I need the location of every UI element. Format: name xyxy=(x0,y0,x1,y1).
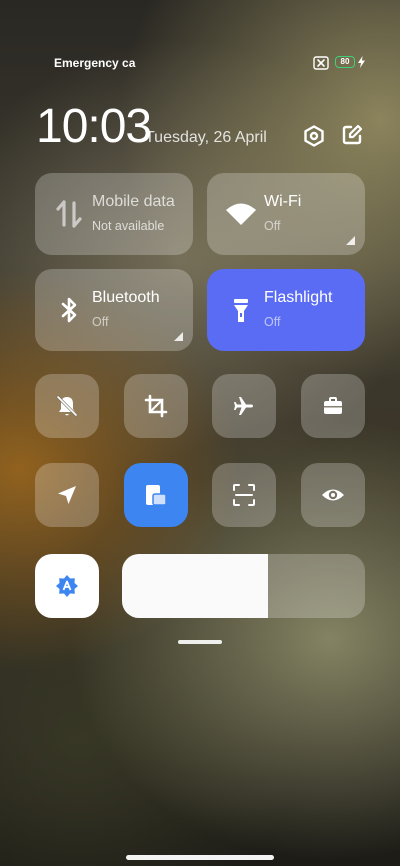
no-sim-icon xyxy=(313,56,329,70)
auto-brightness-button[interactable] xyxy=(35,554,99,618)
bluetooth-icon xyxy=(61,297,77,323)
clock-date: Tuesday, 26 April xyxy=(145,129,267,146)
flashlight-icon xyxy=(234,299,248,322)
tile-flashlight[interactable]: Flashlight Off xyxy=(207,269,365,351)
tile-status: Off xyxy=(264,315,281,329)
expand-corner-icon[interactable] xyxy=(174,332,183,341)
tile-label: Mobile data xyxy=(92,193,175,210)
eye-icon xyxy=(322,489,344,501)
location-icon xyxy=(58,486,76,504)
tile-status: Off xyxy=(264,219,281,233)
tile-status: Not available xyxy=(92,219,165,233)
silent-mode-button[interactable] xyxy=(35,374,99,438)
tile-wifi[interactable]: Wi-Fi Off xyxy=(207,173,365,255)
location-button[interactable] xyxy=(35,463,99,527)
tile-status: Off xyxy=(92,315,109,329)
airplane-mode-button[interactable] xyxy=(212,374,276,438)
brightness-slider-fill xyxy=(122,554,268,618)
bolt-icon xyxy=(358,56,365,68)
tile-label: Wi-Fi xyxy=(264,193,302,210)
clock-time: 10:03 xyxy=(36,100,152,153)
silent-bell-icon xyxy=(56,395,78,417)
reading-mode-button[interactable] xyxy=(301,463,365,527)
expand-corner-icon[interactable] xyxy=(346,236,355,245)
screenshot-crop-icon xyxy=(144,394,168,418)
settings-icon[interactable] xyxy=(303,125,325,147)
scanner-button[interactable] xyxy=(212,463,276,527)
brightness-slider[interactable] xyxy=(122,554,365,618)
battery-indicator: 80 xyxy=(335,56,355,68)
edit-icon[interactable] xyxy=(341,124,363,146)
tile-label: Flashlight xyxy=(264,289,333,306)
scanner-icon xyxy=(233,484,255,506)
tile-mobile-data[interactable]: Mobile data Not available xyxy=(35,173,193,255)
airplane-icon xyxy=(234,397,253,415)
mobile-data-icon xyxy=(56,200,82,228)
tile-bluetooth[interactable]: Bluetooth Off xyxy=(35,269,193,351)
auto-brightness-icon xyxy=(56,575,78,597)
screenshot-crop-button[interactable] xyxy=(124,374,188,438)
floating-window-icon xyxy=(146,485,167,506)
panel-drag-handle[interactable] xyxy=(178,640,222,644)
carrier-status-text: Emergency calls only xyxy=(54,56,136,70)
floating-window-button[interactable] xyxy=(124,463,188,527)
battery-level: 80 xyxy=(340,57,350,66)
tile-label: Bluetooth xyxy=(92,289,160,306)
wifi-icon xyxy=(226,203,256,225)
home-gesture-bar[interactable] xyxy=(126,855,274,860)
work-profile-button[interactable] xyxy=(301,374,365,438)
briefcase-icon xyxy=(324,397,342,414)
